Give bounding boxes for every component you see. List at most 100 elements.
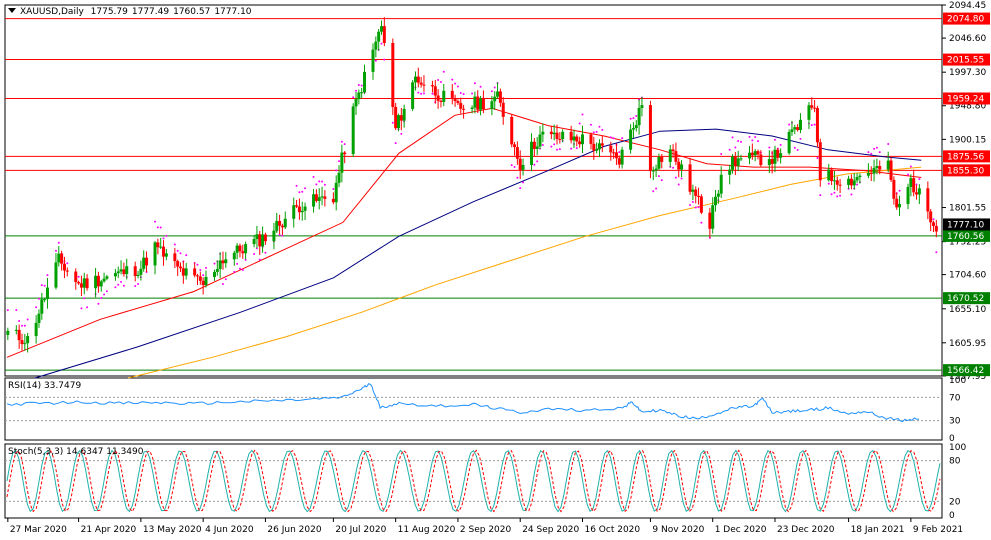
candle-body	[909, 178, 913, 187]
sar-dot	[400, 132, 403, 135]
candle-body	[813, 107, 817, 109]
symbol-label: XAUUSD,Daily	[20, 7, 84, 17]
price-axis-label: 2046.60	[949, 34, 986, 44]
candle-body	[728, 169, 732, 175]
candle-body	[513, 144, 517, 148]
sar-dot	[652, 190, 655, 193]
candle-body	[538, 134, 542, 147]
candle-body	[869, 172, 873, 174]
candle-body	[292, 205, 296, 219]
sar-dot	[120, 280, 123, 283]
candle-body	[767, 159, 771, 166]
sar-dot	[204, 266, 207, 269]
candle-body	[518, 158, 522, 170]
sar-dot	[660, 179, 663, 182]
sar-dot	[298, 191, 301, 194]
sar-dot	[199, 269, 202, 272]
sar-dot	[850, 193, 853, 196]
candle-body	[532, 141, 536, 149]
candle-body	[283, 218, 287, 228]
candle-body	[215, 269, 219, 272]
candle-body	[807, 105, 811, 120]
candle-body	[184, 268, 188, 276]
sar-dot	[343, 143, 346, 146]
dropdown-triangle-icon[interactable]	[8, 8, 16, 13]
sar-dot	[86, 306, 89, 309]
sar-dot	[213, 262, 216, 265]
sar-dot	[796, 148, 799, 151]
candle-body	[422, 84, 426, 86]
sar-dot	[355, 89, 358, 92]
sar-dot	[768, 146, 771, 149]
candle-body	[634, 125, 638, 129]
candle-body	[620, 149, 624, 165]
candle-body	[379, 26, 383, 32]
sar-dot	[558, 148, 561, 151]
candle-body	[699, 196, 703, 213]
date-axis-label: 21 Apr 2020	[81, 525, 137, 535]
candle-body	[317, 197, 321, 201]
price-axis-label: 1997.30	[949, 68, 986, 78]
sar-dot	[383, 58, 386, 61]
sar-dot	[471, 92, 474, 95]
candle-body	[238, 245, 242, 252]
candle-body	[40, 299, 44, 314]
candle-body	[20, 340, 24, 345]
candle-body	[580, 134, 584, 145]
level-label: 1670.52	[947, 294, 984, 304]
candle-body	[657, 157, 661, 169]
candle-body	[241, 251, 245, 254]
candle-body	[402, 108, 406, 121]
sar-dot	[609, 136, 612, 139]
candle-body	[917, 188, 921, 195]
candle-body	[413, 76, 417, 83]
low-value: 1760.57	[173, 7, 211, 17]
candle-body	[629, 129, 633, 150]
candle-body	[818, 142, 822, 181]
candle-body	[221, 260, 225, 264]
candle-body	[929, 211, 933, 223]
candle-body	[255, 234, 259, 240]
sar-dot	[779, 143, 782, 146]
sar-dot	[156, 226, 159, 229]
candle-body	[79, 283, 83, 288]
candle-body	[748, 152, 752, 159]
sar-dot	[394, 142, 397, 145]
sar-dot	[833, 191, 836, 194]
level-label: 1959.24	[947, 95, 984, 105]
candle-body	[847, 178, 851, 185]
date-axis-label: 18 Jan 2021	[851, 525, 905, 535]
candle-body	[275, 220, 279, 231]
price-pane[interactable]	[4, 4, 943, 377]
candle-body	[374, 41, 378, 50]
candle-body	[612, 152, 616, 154]
candle-body	[314, 194, 318, 201]
sar-dot	[105, 290, 108, 293]
candle-body	[569, 131, 573, 141]
sar-dot	[18, 320, 21, 323]
sar-dot	[176, 249, 179, 252]
candle-body	[176, 261, 180, 267]
sar-dot	[80, 307, 83, 310]
candle-body	[756, 151, 760, 155]
candle-body	[337, 172, 341, 183]
candle-body	[770, 159, 774, 164]
sar-dot	[578, 122, 581, 125]
candle-body	[85, 278, 89, 289]
sar-dot	[536, 160, 539, 163]
rsi-pane[interactable]	[4, 377, 943, 441]
date-axis-label: 23 Dec 2020	[777, 525, 835, 535]
candle-body	[496, 91, 500, 97]
sar-dot	[827, 182, 830, 185]
candle-body	[416, 76, 420, 83]
candle-body	[515, 147, 519, 159]
date-axis-label: 1 Dec 2020	[715, 525, 767, 535]
sar-dot	[221, 282, 224, 285]
sar-dot	[173, 243, 176, 246]
sar-dot	[751, 139, 754, 142]
candle-body	[694, 189, 698, 196]
stoch-axis-label: 20	[949, 497, 961, 507]
candle-body	[572, 136, 576, 141]
high-value: 1777.49	[131, 7, 170, 17]
sar-dot	[700, 221, 703, 224]
